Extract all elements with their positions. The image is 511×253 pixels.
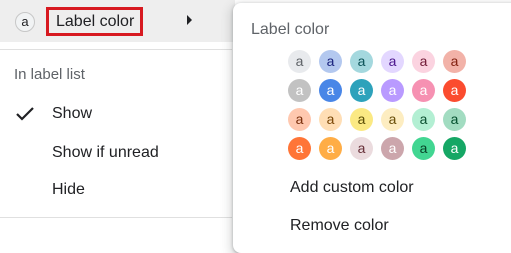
label-color-menu-item[interactable]: a Label color: [0, 0, 235, 42]
color-swatch[interactable]: a: [412, 108, 435, 131]
color-swatch[interactable]: a: [319, 79, 342, 102]
color-swatch-grid: aaaaaaaaaaaaaaaaaaaaaaaa: [288, 50, 466, 170]
color-swatch[interactable]: a: [381, 137, 404, 160]
color-swatch[interactable]: a: [288, 108, 311, 131]
color-swatch[interactable]: a: [443, 79, 466, 102]
color-swatch[interactable]: a: [350, 79, 373, 102]
submenu-arrow-icon: [187, 15, 192, 25]
add-custom-color-button[interactable]: Add custom color: [290, 179, 414, 197]
menu-item-show-if-unread[interactable]: Show if unread: [52, 144, 159, 162]
color-swatch[interactable]: a: [288, 79, 311, 102]
color-swatch[interactable]: a: [381, 108, 404, 131]
color-swatch[interactable]: a: [288, 50, 311, 73]
color-swatch[interactable]: a: [381, 50, 404, 73]
color-swatch[interactable]: a: [288, 137, 311, 160]
section-heading-in-label-list: In label list: [14, 66, 85, 83]
menu-divider: [0, 217, 232, 218]
label-color-label[interactable]: Label color: [46, 7, 143, 36]
color-swatch[interactable]: a: [319, 108, 342, 131]
label-options-menu: a Label color In label list Show Show if…: [0, 0, 235, 238]
color-swatch[interactable]: a: [350, 50, 373, 73]
color-swatch[interactable]: a: [319, 50, 342, 73]
color-swatch[interactable]: a: [443, 108, 466, 131]
color-swatch[interactable]: a: [412, 137, 435, 160]
color-swatch[interactable]: a: [319, 137, 342, 160]
remove-color-button[interactable]: Remove color: [290, 217, 389, 235]
label-color-preview-badge: a: [15, 12, 35, 32]
color-swatch[interactable]: a: [412, 50, 435, 73]
menu-item-hide[interactable]: Hide: [52, 181, 85, 199]
checkmark-icon: [16, 107, 34, 121]
color-swatch[interactable]: a: [443, 50, 466, 73]
color-swatch[interactable]: a: [443, 137, 466, 160]
color-swatch[interactable]: a: [412, 79, 435, 102]
menu-divider: [0, 49, 232, 50]
color-swatch[interactable]: a: [350, 137, 373, 160]
menu-item-show[interactable]: Show: [52, 105, 92, 123]
popup-title: Label color: [251, 21, 330, 38]
color-swatch[interactable]: a: [350, 108, 373, 131]
label-color-popup: Label color aaaaaaaaaaaaaaaaaaaaaaaa Add…: [233, 3, 511, 253]
color-swatch[interactable]: a: [381, 79, 404, 102]
